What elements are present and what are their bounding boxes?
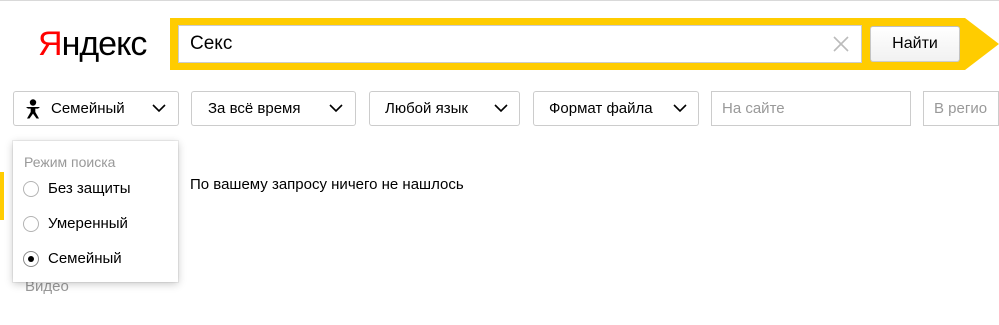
logo-rest: ндекс (61, 25, 148, 63)
search-mode-option-none[interactable]: Без защиты (21, 177, 171, 203)
chevron-down-icon (152, 104, 166, 113)
search-mode-dropdown: Режим поиска Без защиты Умеренный Семейн… (13, 141, 178, 282)
search-mode-option-family[interactable]: Семейный (21, 247, 171, 273)
family-filter-select[interactable]: Семейный (13, 91, 179, 126)
chevron-down-icon (329, 104, 343, 113)
radio-button[interactable] (23, 216, 39, 232)
time-filter-label: За всё время (208, 100, 301, 117)
radio-button[interactable] (23, 181, 39, 197)
yandex-logo[interactable]: Яндекс (38, 22, 148, 66)
site-filter-input[interactable] (711, 91, 911, 126)
format-filter-label: Формат файла (549, 100, 653, 117)
chevron-down-icon (494, 104, 508, 113)
option-label: Умеренный (48, 215, 128, 232)
option-label: Семейный (48, 250, 122, 267)
language-filter-select[interactable]: Любой язык (369, 91, 520, 126)
format-filter-select[interactable]: Формат файла (533, 91, 699, 126)
time-filter-select[interactable]: За всё время (191, 91, 356, 126)
close-icon[interactable] (828, 31, 854, 57)
no-results-message: По вашему запросу ничего не нашлось (190, 176, 464, 193)
family-filter-icon (26, 99, 40, 119)
language-filter-label: Любой язык (385, 100, 468, 117)
region-filter-input[interactable] (923, 91, 999, 126)
family-filter-label: Семейный (51, 100, 125, 117)
chevron-down-icon (673, 104, 687, 113)
top-border (0, 0, 999, 1)
search-mode-option-moderate[interactable]: Умеренный (21, 212, 171, 238)
option-label: Без защиты (48, 180, 131, 197)
radio-dot (28, 256, 34, 262)
search-button[interactable]: Найти (870, 26, 960, 62)
search-input[interactable] (178, 25, 862, 63)
page: { "logo": { "first": "Я", "rest": "ндекс… (0, 0, 999, 325)
radio-button-selected[interactable] (23, 251, 39, 267)
logo-first-letter: Я (38, 25, 63, 63)
active-nav-accent (0, 172, 4, 220)
dropdown-title: Режим поиска (24, 154, 116, 170)
